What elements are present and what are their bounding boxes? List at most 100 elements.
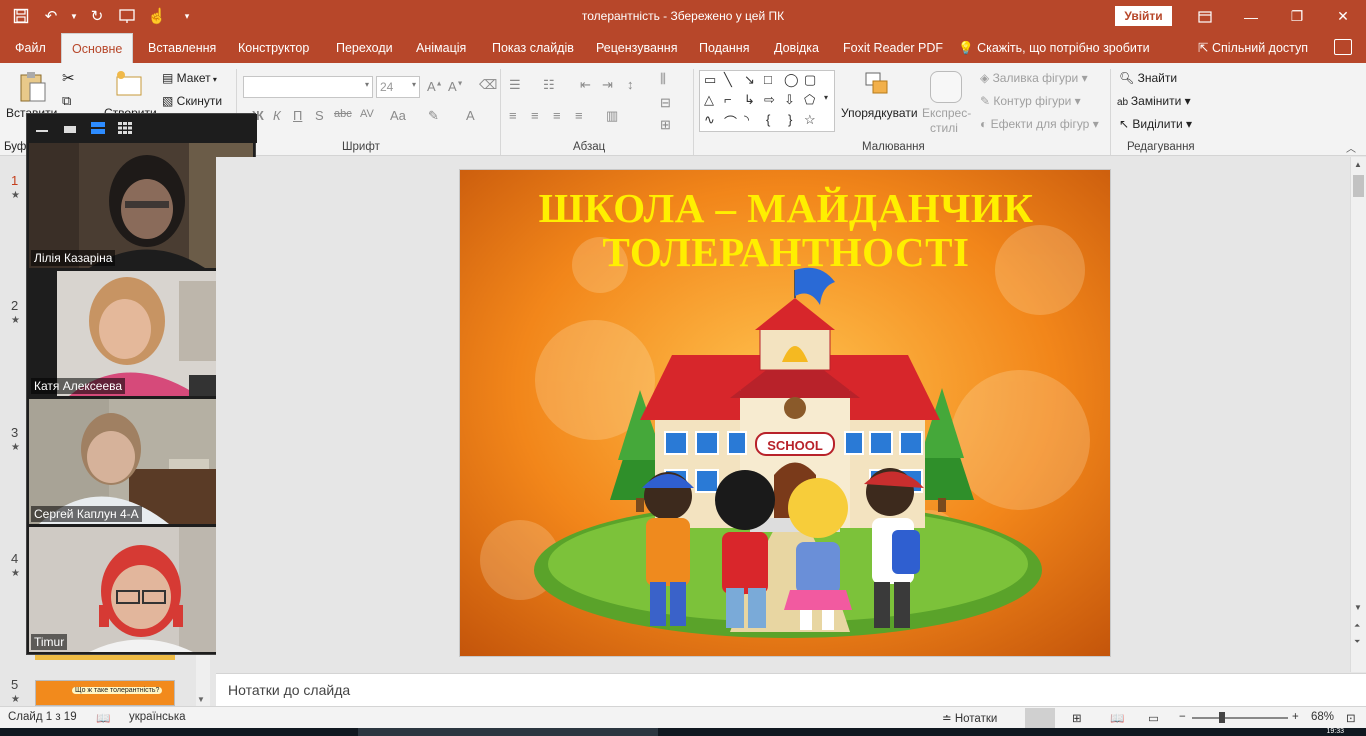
tab-foxit[interactable]: Foxit Reader PDF [843,33,943,63]
rectangle-shape-icon[interactable]: □ [764,72,772,87]
tab-help[interactable]: Довідка [774,33,819,63]
line-shape-icon[interactable]: ╲ [724,72,732,88]
highlight-icon[interactable]: ✎ [428,108,439,124]
tab-design[interactable]: Конструктор [238,33,309,63]
select-button[interactable]: ↖ Виділити ▾ [1119,117,1192,131]
sign-in-button[interactable]: Увійти [1115,6,1172,26]
increase-font-icon[interactable]: A▲ [427,79,443,94]
bullets-icon[interactable]: ☰ [509,77,521,93]
zoom-in-icon[interactable]: + [1292,711,1299,723]
left-brace-shape-icon[interactable]: { [766,112,770,127]
speaker-view-icon[interactable] [91,122,105,134]
share-button[interactable]: ⇱ Спільний доступ [1198,33,1308,63]
pentagon-shape-icon[interactable]: ⬠ [804,92,815,108]
slide-canvas[interactable]: SCHOOL ШКОЛА – МАЙДАНЧИК ТОЛЕРАНТНОСТІ [459,169,1111,657]
italic-icon[interactable]: К [273,108,281,123]
tab-animations[interactable]: Анімація [416,33,466,63]
tab-file[interactable]: Файл [15,33,46,63]
strikethrough-icon[interactable]: abc [334,108,352,120]
reading-view-icon[interactable]: 📖 [1110,711,1124,725]
arc-shape-icon[interactable]: ◝ [744,112,749,128]
align-text-icon[interactable]: ⊟ [660,95,671,111]
normal-view-icon[interactable] [1025,708,1055,728]
font-name-input[interactable]: ▾ [243,76,373,98]
elbow-arrow-shape-icon[interactable]: ↳ [744,92,755,108]
taskbar-active-app[interactable] [358,728,658,736]
previous-slide-icon[interactable]: ⏶ [1354,621,1360,631]
slide-number[interactable]: 5 [11,677,18,692]
quick-styles-button-line2[interactable]: стилі [930,121,958,135]
align-right-icon[interactable]: ≡ [553,108,561,123]
scroll-down-icon[interactable]: ▼ [1354,603,1362,612]
change-case-icon[interactable]: Aa [390,108,406,123]
tab-home[interactable]: Основне [61,33,134,63]
tab-review[interactable]: Рецензування [596,33,677,63]
layout-button[interactable]: ▤ Макет ▾ [162,71,217,85]
decrease-indent-icon[interactable]: ⇤ [580,77,591,93]
shapes-gallery[interactable]: ▭ ╲ ↘ □ ◯ ▢ △ ⌐ ↳ ⇨ ⇩ ⬠ ∿ ⌒ ◝ { } ☆ ▾ [699,70,835,132]
paste-icon[interactable] [18,70,48,107]
star-shape-icon[interactable]: ☆ [804,112,816,128]
font-color-icon[interactable]: A [466,108,475,123]
right-brace-shape-icon[interactable]: } [788,112,792,127]
justify-icon[interactable]: ≡ [575,108,583,123]
textbox-shape-icon[interactable]: ▭ [704,72,716,88]
tab-transitions[interactable]: Переходи [336,33,393,63]
align-center-icon[interactable]: ≡ [531,108,539,123]
slide-number[interactable]: 2 [11,298,18,313]
ribbon-display-options-icon[interactable] [1182,0,1228,33]
arrange-button[interactable]: Упорядкувати [841,106,918,120]
zoom-slider[interactable] [1192,717,1288,719]
slide-number[interactable]: 1 [11,173,18,188]
hide-video-icon[interactable] [64,126,76,133]
numbering-icon[interactable]: ☷ [543,77,555,93]
close-icon[interactable]: ✕ [1320,0,1366,33]
slide-sorter-icon[interactable]: ⊞ [1072,711,1082,725]
decrease-font-icon[interactable]: A▼ [448,79,464,94]
fit-to-window-icon[interactable]: ⊡ [1346,711,1356,725]
zoom-level[interactable]: 68% [1311,711,1334,723]
replace-button[interactable]: ab Замінити ▾ [1117,94,1191,108]
scrollbar-thumb[interactable] [1353,175,1364,197]
shape-fill-button[interactable]: ◈ Заливка фігури ▾ [980,71,1088,85]
oval-shape-icon[interactable]: ◯ [784,72,799,88]
down-arrow-shape-icon[interactable]: ⇩ [784,92,795,108]
new-slide-icon[interactable] [113,69,145,104]
character-spacing-icon[interactable]: AV [360,108,374,120]
shape-effects-button[interactable]: ◐ Ефекти для фігур ▾ [980,117,1099,131]
scroll-up-icon[interactable]: ▲ [1354,160,1362,169]
font-size-input[interactable]: 24 ▾ [376,76,420,98]
increase-indent-icon[interactable]: ⇥ [602,77,613,93]
rounded-rect-shape-icon[interactable]: ▢ [804,72,816,88]
quick-styles-button-line1[interactable]: Експрес- [922,106,971,120]
arrange-icon[interactable] [864,71,894,104]
copy-icon[interactable]: ⧉ [62,93,71,109]
notes-toggle[interactable]: ≐ Нотатки [942,711,997,725]
slide-number[interactable]: 4 [11,551,18,566]
text-direction-icon[interactable]: ⫼ [660,71,666,87]
clear-formatting-icon[interactable]: ⌫ [479,77,497,93]
slide-show-icon[interactable]: ▭ [1148,711,1159,725]
comments-icon[interactable] [1334,39,1352,55]
line-spacing-icon[interactable]: ↕ [627,77,634,92]
slide-number[interactable]: 3 [11,425,18,440]
curve-shape-icon[interactable]: ⌒ [724,112,737,131]
columns-icon[interactable]: ▥ [606,108,618,124]
collapse-ribbon-icon[interactable]: ︿ [1346,140,1356,155]
restore-icon[interactable]: ❐ [1274,0,1320,33]
find-button[interactable]: 🔍︎ Знайти [1119,71,1177,85]
underline-icon[interactable]: П [293,108,302,123]
tab-insert[interactable]: Вставлення [148,33,216,63]
notes-pane[interactable]: Нотатки до слайда [216,673,1366,706]
language-indicator[interactable]: українська [129,711,186,723]
tab-view[interactable]: Подання [699,33,749,63]
slide-thumbnail-5[interactable]: Що ж таке толерантність? [35,680,175,706]
shadow-icon[interactable]: S [315,108,324,123]
arrow-line-shape-icon[interactable]: ↘ [744,72,755,88]
freeform-shape-icon[interactable]: ∿ [704,112,715,128]
zoom-out-icon[interactable]: − [1179,711,1186,723]
slide-title[interactable]: ШКОЛА – МАЙДАНЧИК ТОЛЕРАНТНОСТІ [460,186,1110,274]
minimize-video-icon[interactable] [36,130,48,132]
right-arrow-shape-icon[interactable]: ⇨ [764,92,775,108]
minimize-icon[interactable]: — [1228,0,1274,33]
